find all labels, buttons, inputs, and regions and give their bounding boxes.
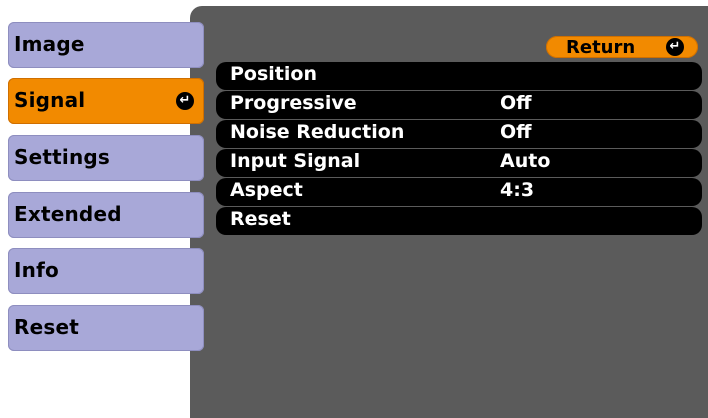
menu-item-signal[interactable]: Signal ↵: [8, 78, 204, 124]
menu-item-settings[interactable]: Settings: [8, 135, 204, 181]
option-row-reset[interactable]: Reset: [216, 207, 702, 235]
option-label: Reset: [230, 208, 291, 230]
option-value: Off: [500, 92, 532, 114]
option-label: Position: [230, 63, 317, 85]
menu-item-label: Signal: [14, 88, 86, 112]
menu-item-label: Image: [14, 32, 85, 56]
option-value: 4:3: [500, 179, 535, 201]
signal-options-list: Position Progressive Off Noise Reduction…: [216, 62, 702, 236]
option-value: Auto: [500, 150, 551, 172]
enter-icon: ↵: [176, 92, 194, 110]
option-row-noise-reduction[interactable]: Noise Reduction Off: [216, 120, 702, 148]
option-row-position[interactable]: Position: [216, 62, 702, 90]
menu-item-image[interactable]: Image: [8, 22, 204, 68]
option-row-input-signal[interactable]: Input Signal Auto: [216, 149, 702, 177]
option-row-aspect[interactable]: Aspect 4:3: [216, 178, 702, 206]
menu-item-label: Extended: [14, 202, 122, 226]
option-label: Input Signal: [230, 150, 361, 172]
projector-menu-screen: Image Signal ↵ Settings Extended Info Re…: [0, 0, 708, 418]
menu-item-reset[interactable]: Reset: [8, 305, 204, 351]
menu-item-label: Settings: [14, 145, 111, 169]
option-label: Noise Reduction: [230, 121, 405, 143]
option-value: Off: [500, 121, 532, 143]
option-row-progressive[interactable]: Progressive Off: [216, 91, 702, 119]
return-button[interactable]: Return ↵: [546, 36, 698, 58]
enter-icon: ↵: [666, 38, 684, 56]
menu-item-info[interactable]: Info: [8, 248, 204, 294]
menu-item-extended[interactable]: Extended: [8, 192, 204, 238]
menu-item-label: Info: [14, 258, 59, 282]
option-label: Progressive: [230, 92, 357, 114]
menu-item-label: Reset: [14, 315, 79, 339]
main-menu: Image Signal ↵ Settings Extended Info Re…: [0, 0, 206, 418]
option-label: Aspect: [230, 179, 303, 201]
return-label: Return: [566, 37, 636, 58]
